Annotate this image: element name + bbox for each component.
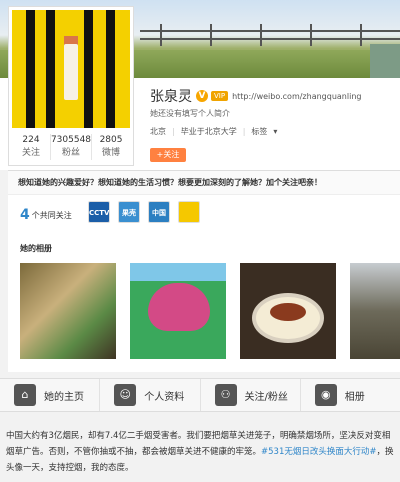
stat-following[interactable]: 224 关注 [12,134,51,160]
news-icon[interactable]: 中国 [148,201,170,223]
profile-meta: 北京 | 毕业于北京大学 | 标签 ▾ [150,126,278,137]
profile-url[interactable]: http://weibo.com/zhangquanling [232,92,361,101]
profile-name: 张泉灵 [150,89,192,105]
hashtag-link[interactable]: #531无烟日改头换面大行动# [261,447,376,457]
main-content: 想知道她的兴趣爱好？想知道她的生活习惯？想要更加深刻的了解她？加个关注吧亲！ 4… [8,170,400,372]
album-row [20,263,400,359]
chevron-down-icon[interactable]: ▾ [273,127,277,136]
school: 毕业于北京大学 [180,127,237,136]
guokr-icon[interactable]: 果壳 [118,201,140,223]
album-photo[interactable] [130,263,226,359]
stat-posts[interactable]: 2805 微博 [92,134,130,160]
common-follow-icons: CCTV 果壳 中国 [88,201,200,223]
bird-icon[interactable] [178,201,200,223]
cctv-icon[interactable]: CCTV [88,201,110,223]
avatar-card: 224 关注 7305548 粉丝 2805 微博 [8,6,134,166]
stat-followers[interactable]: 7305548 粉丝 [51,134,93,160]
person-icon: ☺ [114,384,137,406]
home-icon: ⌂ [14,384,36,406]
avatar[interactable] [12,10,130,128]
album-photo[interactable] [240,263,336,359]
verified-badge-icon: V [196,90,208,102]
album-title: 她的相册 [20,244,52,253]
post-text: 中国大约有3亿烟民，却有7.4亿二手烟受害者。我们要把烟草关进笼子，明确禁烟场所… [6,431,394,473]
tab-home[interactable]: ⌂ 她的主页 [0,379,101,411]
tab-follows[interactable]: ⚇ 关注/粉丝 [201,379,301,411]
tab-profile[interactable]: ☺ 个人资料 [100,379,201,411]
location: 北京 [150,127,166,136]
stats-row: 224 关注 7305548 粉丝 2805 微博 [12,134,130,160]
camera-icon: ◉ [314,384,337,406]
follow-prompt-banner: 想知道她的兴趣爱好？想知道她的生活习惯？想要更加深刻的了解她？加个关注吧亲！ [8,171,400,195]
follow-button[interactable]: +关注 [150,148,186,162]
album-photo[interactable] [350,263,400,359]
tags-link[interactable]: 标签 [251,126,267,137]
vip-badge[interactable]: VIP [211,91,229,101]
users-icon: ⚇ [214,384,237,406]
profile-intro: 她还没有填写个人简介 [150,109,230,118]
name-row: 张泉灵 V VIP http://weibo.com/zhangquanling [150,86,361,106]
tab-album[interactable]: ◉ 相册 [301,379,400,411]
profile-tabs: ⌂ 她的主页 ☺ 个人资料 ⚇ 关注/粉丝 ◉ 相册 [0,378,400,412]
common-follows[interactable]: 4 个共同关注 [20,207,72,223]
album-photo[interactable] [20,263,116,359]
